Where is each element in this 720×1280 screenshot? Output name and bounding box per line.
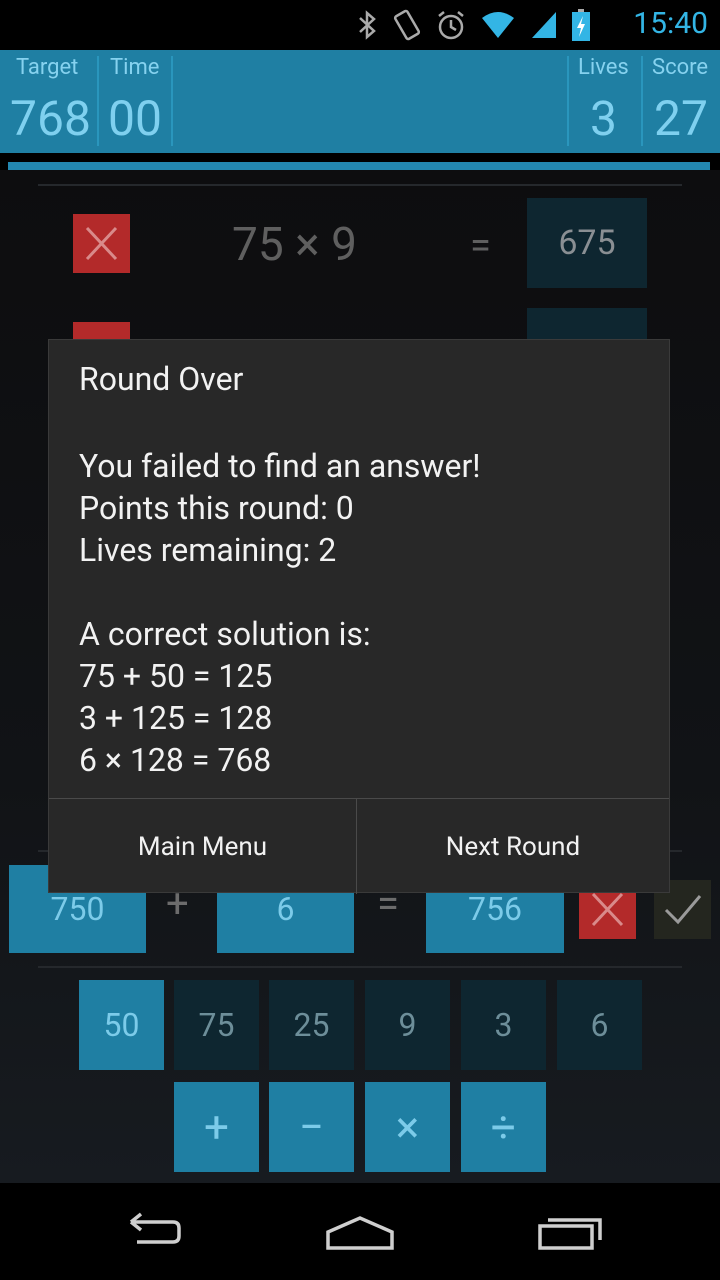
lives-label: Lives [578, 55, 629, 80]
target-panel: Target 768 [10, 50, 96, 153]
header-divider [171, 56, 173, 146]
number-tile[interactable]: 25 [269, 980, 354, 1070]
status-icons [356, 8, 590, 42]
operator-add-button[interactable]: + [174, 1082, 259, 1172]
round-over-dialog: Round Over You failed to find an answer!… [48, 339, 670, 894]
dialog-line: A correct solution is: [79, 615, 371, 653]
time-panel: Time 00 [108, 50, 172, 153]
header-divider [641, 56, 643, 146]
target-label: Target [16, 55, 79, 80]
recent-apps-icon [538, 1217, 602, 1250]
dialog-line: 75 + 50 = 125 [79, 657, 273, 695]
dialog-line: Lives remaining: 2 [79, 531, 337, 569]
recent-apps-button[interactable] [510, 1183, 630, 1280]
dialog-message: You failed to find an answer! Points thi… [79, 445, 481, 781]
status-time: 15:40 [633, 6, 708, 41]
next-round-button[interactable]: Next Round [357, 799, 669, 894]
header-divider [97, 56, 99, 146]
bluetooth-icon [356, 9, 378, 41]
time-label: Time [110, 55, 160, 80]
number-tile[interactable]: 75 [174, 980, 259, 1070]
dialog-line [79, 571, 481, 613]
home-icon [326, 1215, 394, 1250]
score-label: Score [652, 55, 709, 80]
main-menu-button[interactable]: Main Menu [49, 799, 356, 894]
battery-charging-icon [572, 9, 590, 41]
game-header: Target 768 Time 00 Lives 3 Score 27 [0, 50, 720, 153]
divider [38, 966, 682, 968]
operator-divide-button[interactable]: ÷ [461, 1082, 546, 1172]
number-tile[interactable]: 6 [557, 980, 642, 1070]
number-tile[interactable]: 3 [461, 980, 546, 1070]
alarm-icon [436, 9, 466, 41]
dialog-line: Points this round: 0 [79, 489, 354, 527]
dialog-title: Round Over [79, 360, 244, 398]
home-button[interactable] [300, 1183, 420, 1280]
dialog-button-row: Main Menu Next Round [49, 798, 669, 894]
back-button[interactable] [90, 1183, 210, 1280]
status-bar: 15:40 [0, 0, 720, 50]
header-divider [567, 56, 569, 146]
number-tile[interactable]: 9 [365, 980, 450, 1070]
divider [38, 184, 682, 186]
score-value: 27 [654, 90, 708, 147]
wifi-icon [480, 10, 516, 40]
history-equals: = [470, 224, 491, 268]
target-value: 768 [10, 90, 91, 147]
time-value: 00 [108, 90, 162, 147]
dialog-line: 3 + 125 = 128 [79, 699, 273, 737]
lives-value: 3 [590, 90, 617, 147]
signal-icon [530, 10, 558, 40]
wrong-mark-icon [73, 214, 130, 273]
back-icon [129, 1212, 181, 1244]
lives-panel: Lives 3 [576, 50, 636, 153]
navigation-bar [0, 1183, 720, 1280]
number-tile[interactable]: 50 [79, 980, 164, 1070]
score-panel: Score 27 [650, 50, 715, 153]
history-expression: 75 × 9 [232, 218, 357, 272]
dialog-line: You failed to find an answer! [79, 447, 481, 485]
history-result: 675 [527, 198, 647, 288]
operator-multiply-button[interactable]: × [365, 1082, 450, 1172]
dialog-line: 6 × 128 = 768 [79, 741, 272, 779]
operator-subtract-button[interactable]: − [269, 1082, 354, 1172]
header-underline [8, 162, 710, 170]
vibrate-icon [392, 8, 422, 42]
